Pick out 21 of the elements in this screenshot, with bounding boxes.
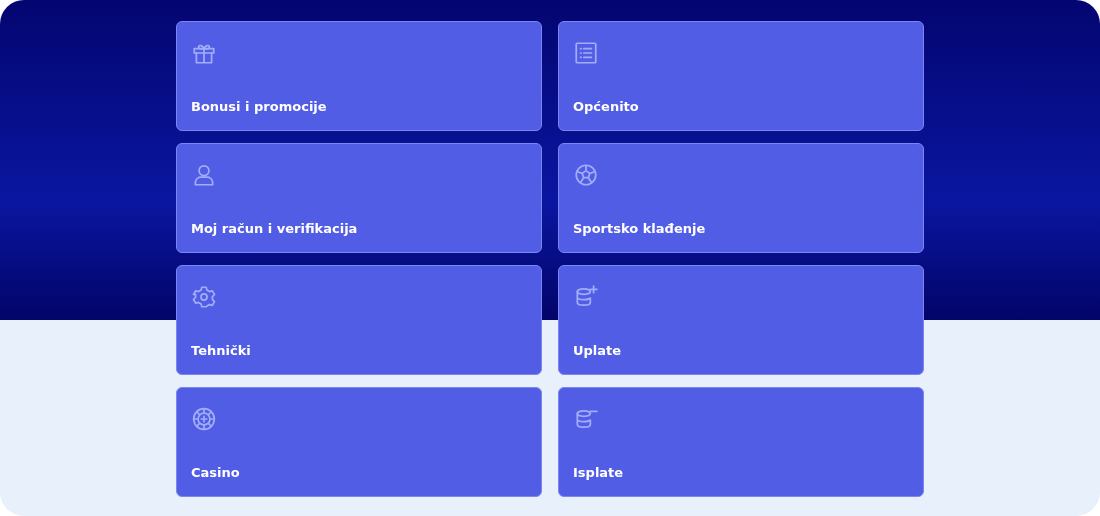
category-title: Uplate [573,343,622,359]
category-title: Bonusi i promocije [191,99,327,115]
category-card[interactable]: Sportsko klađenje [558,143,924,253]
category-card[interactable]: Općenito [558,21,924,131]
gear-icon [191,284,217,310]
user-icon [191,162,217,188]
casino-chip-icon [191,406,217,432]
football-icon [573,162,599,188]
category-title: Casino [191,465,240,481]
category-title: Sportsko klađenje [573,221,706,237]
category-card[interactable]: Moj račun i verifikacija [176,143,542,253]
category-title: Općenito [573,99,639,115]
category-card[interactable]: Tehnički [176,265,542,375]
category-card[interactable]: Casino [176,387,542,497]
category-card[interactable]: Uplate [558,265,924,375]
category-title: Isplate [573,465,624,481]
list-icon [573,40,599,66]
category-title: Moj račun i verifikacija [191,221,358,237]
category-title: Tehnički [191,343,251,359]
category-card[interactable]: Isplate [558,387,924,497]
category-card[interactable]: Bonusi i promocije [176,21,542,131]
